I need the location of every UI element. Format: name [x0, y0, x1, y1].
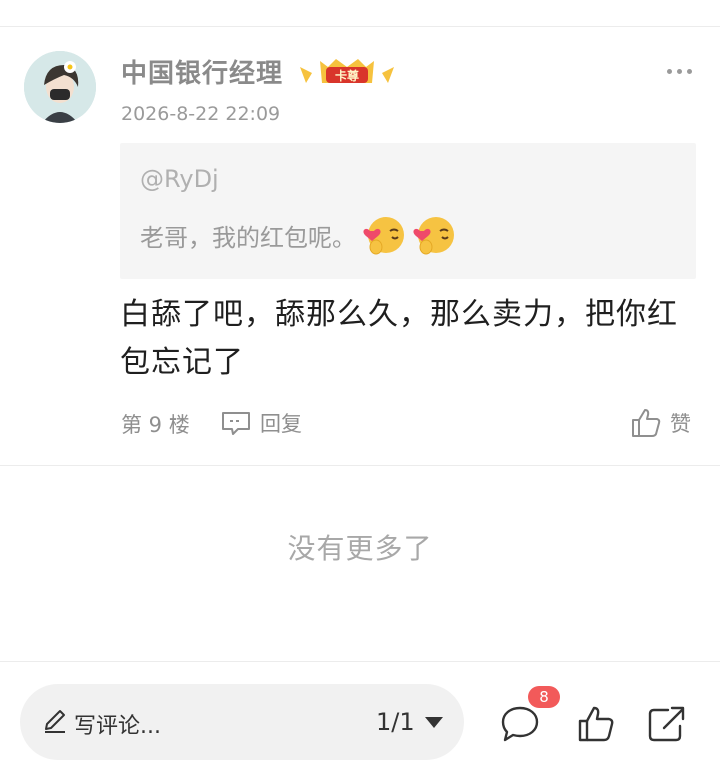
share-icon [648, 706, 685, 742]
comment-body: 白舔了吧，舔那么久，那么卖力，把你红包忘记了 [120, 297, 678, 380]
comments-button[interactable] [498, 702, 542, 746]
divider [0, 465, 720, 466]
more-options-icon[interactable] [664, 61, 696, 81]
quoted-username[interactable]: @RyDj [140, 165, 219, 193]
pen-icon [45, 710, 65, 733]
quoted-comment[interactable]: @RyDj 老哥，我的红包呢。 [120, 143, 696, 279]
username[interactable]: 中国银行经理 [121, 53, 283, 90]
quoted-text: 老哥，我的红包呢。 [140, 223, 356, 252]
comment-bubble-icon [501, 706, 539, 742]
thumbs-up-icon [578, 706, 614, 742]
page-selector[interactable]: 1/1 [376, 704, 443, 740]
caret-down-icon [424, 716, 443, 728]
like-label: 赞 [670, 412, 691, 436]
crown-badge-icon: 卡尊 [298, 57, 396, 87]
thumbs-up-icon [632, 409, 661, 437]
reply-label: 回复 [260, 412, 302, 436]
quoted-text-row: 老哥，我的红包呢。 [140, 213, 456, 257]
heart-kiss-emoji-icon [363, 217, 404, 255]
heart-kiss-emoji-icon [413, 217, 454, 255]
reply-bubble-icon [222, 412, 250, 435]
comment-item: 中国银行经理 卡尊 2026-8-22 22:09 @RyDj 老哥，我的红包呢… [0, 27, 720, 465]
share-button[interactable] [644, 702, 688, 746]
end-of-list-message: 没有更多了 [287, 532, 433, 565]
write-comment-input[interactable]: 写评论... 1/1 [20, 684, 464, 760]
comment-placeholder: 写评论... [74, 714, 161, 739]
comment-count-badge: 8 [528, 686, 560, 708]
timestamp: 2026-8-22 22:09 [121, 103, 281, 125]
floor-number: 第 9 楼 [121, 413, 190, 437]
like-button[interactable]: 赞 [630, 405, 691, 441]
avatar[interactable] [24, 51, 96, 123]
badge-label: 卡尊 [335, 68, 359, 83]
comment-footer: 第 9 楼 回复 赞 [0, 405, 720, 441]
reply-button[interactable]: 回复 [220, 405, 302, 441]
like-post-button[interactable] [574, 702, 618, 746]
bottom-action-bar: 写评论... 1/1 8 [0, 661, 720, 782]
page-indicator-text: 1/1 [376, 708, 415, 736]
